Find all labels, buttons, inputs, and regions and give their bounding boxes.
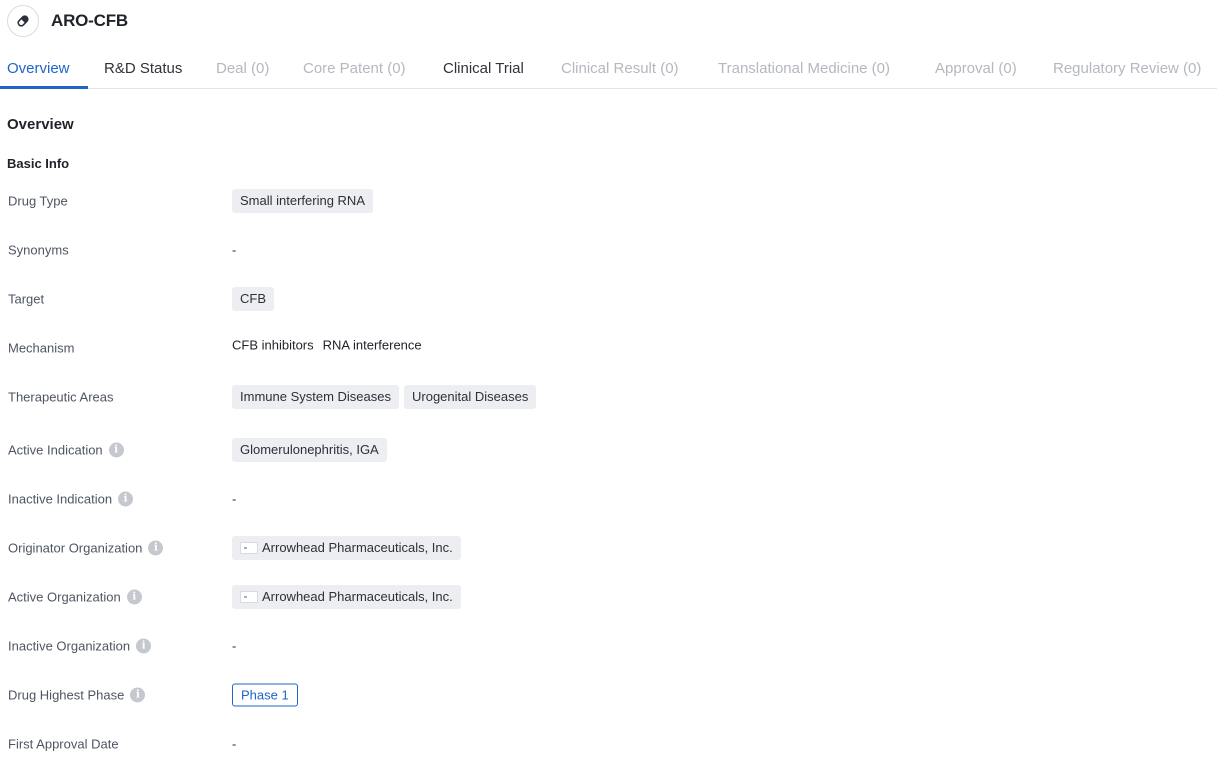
- tab-bar: Overview R&D Status Deal (0) Core Patent…: [0, 50, 1217, 89]
- drug-type-chip[interactable]: Small interfering RNA: [232, 189, 373, 213]
- field-label: Active Indication: [8, 443, 103, 458]
- organization-logo-icon: [240, 591, 258, 603]
- tab-overview[interactable]: Overview: [7, 60, 70, 77]
- therapeutic-area-chip[interactable]: Urogenital Diseases: [404, 385, 536, 409]
- row-drug-type: Drug Type Small interfering RNA: [0, 186, 1217, 216]
- field-label: Inactive Indication: [8, 492, 112, 507]
- row-mechanism: Mechanism CFB inhibitors RNA interferenc…: [0, 330, 1217, 360]
- field-label-wrap: Drug Highest Phase i: [8, 688, 145, 703]
- target-chip[interactable]: CFB: [232, 287, 274, 311]
- row-active-indication: Active Indication i Glomerulonephritis, …: [0, 435, 1217, 465]
- organization-chip[interactable]: Arrowhead Pharmaceuticals, Inc.: [232, 585, 461, 609]
- page-title: ARO-CFB: [51, 11, 128, 31]
- organization-name: Arrowhead Pharmaceuticals, Inc.: [262, 536, 453, 560]
- row-target: Target CFB: [0, 284, 1217, 314]
- field-label: Target: [8, 292, 44, 307]
- row-inactive-organization: Inactive Organization i -: [0, 631, 1217, 661]
- inactive-organization-value: -: [232, 639, 236, 654]
- phase-badge[interactable]: Phase 1: [232, 684, 298, 707]
- subsection-title: Basic Info: [7, 156, 69, 171]
- therapeutic-area-chip[interactable]: Immune System Diseases: [232, 385, 399, 409]
- field-label-wrap: Originator Organization i: [8, 541, 163, 556]
- field-label: Drug Highest Phase: [8, 688, 124, 703]
- row-therapeutic-areas: Therapeutic Areas Immune System Diseases…: [0, 382, 1217, 412]
- info-icon[interactable]: i: [136, 639, 151, 654]
- row-originator-organization: Originator Organization i Arrowhead Phar…: [0, 533, 1217, 563]
- field-label: First Approval Date: [8, 737, 119, 752]
- field-label: Drug Type: [8, 194, 68, 209]
- inactive-indication-value: -: [232, 492, 236, 507]
- tab-translational-medicine: Translational Medicine (0): [718, 60, 890, 77]
- mechanism-item: CFB inhibitors: [232, 338, 314, 353]
- tab-regulatory-review: Regulatory Review (0): [1053, 60, 1201, 77]
- field-label-wrap: Active Organization i: [8, 590, 142, 605]
- organization-name: Arrowhead Pharmaceuticals, Inc.: [262, 585, 453, 609]
- organization-chip[interactable]: Arrowhead Pharmaceuticals, Inc.: [232, 536, 461, 560]
- section-title: Overview: [7, 116, 74, 133]
- row-highest-phase: Drug Highest Phase i Phase 1: [0, 680, 1217, 710]
- field-label: Inactive Organization: [8, 639, 130, 654]
- tab-rd-status[interactable]: R&D Status: [104, 60, 182, 77]
- field-label-wrap: Active Indication i: [8, 443, 124, 458]
- tab-deal: Deal (0): [216, 60, 269, 77]
- field-label: Synonyms: [8, 243, 69, 258]
- drug-header: ARO-CFB: [7, 5, 128, 37]
- pill-icon: [7, 5, 39, 37]
- synonyms-value: -: [232, 243, 236, 258]
- mechanism-item: RNA interference: [323, 338, 422, 353]
- info-icon[interactable]: i: [118, 492, 133, 507]
- first-approval-value: -: [232, 737, 236, 752]
- row-active-organization: Active Organization i Arrowhead Pharmace…: [0, 582, 1217, 612]
- info-icon[interactable]: i: [127, 590, 142, 605]
- active-tab-indicator: [0, 86, 88, 89]
- info-icon[interactable]: i: [148, 541, 163, 556]
- field-label-wrap: Inactive Indication i: [8, 492, 133, 507]
- field-label: Active Organization: [8, 590, 121, 605]
- field-label: Originator Organization: [8, 541, 142, 556]
- tab-approval: Approval (0): [935, 60, 1017, 77]
- indication-chip[interactable]: Glomerulonephritis, IGA: [232, 438, 387, 462]
- field-label-wrap: Inactive Organization i: [8, 639, 151, 654]
- field-label: Mechanism: [8, 341, 74, 356]
- tab-core-patent: Core Patent (0): [303, 60, 406, 77]
- info-icon[interactable]: i: [109, 443, 124, 458]
- tab-clinical-result: Clinical Result (0): [561, 60, 679, 77]
- info-icon[interactable]: i: [130, 688, 145, 703]
- field-label: Therapeutic Areas: [8, 390, 114, 405]
- row-first-approval-date: First Approval Date -: [0, 729, 1217, 759]
- row-synonyms: Synonyms -: [0, 235, 1217, 265]
- tab-clinical-trial[interactable]: Clinical Trial: [443, 60, 524, 77]
- row-inactive-indication: Inactive Indication i -: [0, 484, 1217, 514]
- organization-logo-icon: [240, 542, 258, 554]
